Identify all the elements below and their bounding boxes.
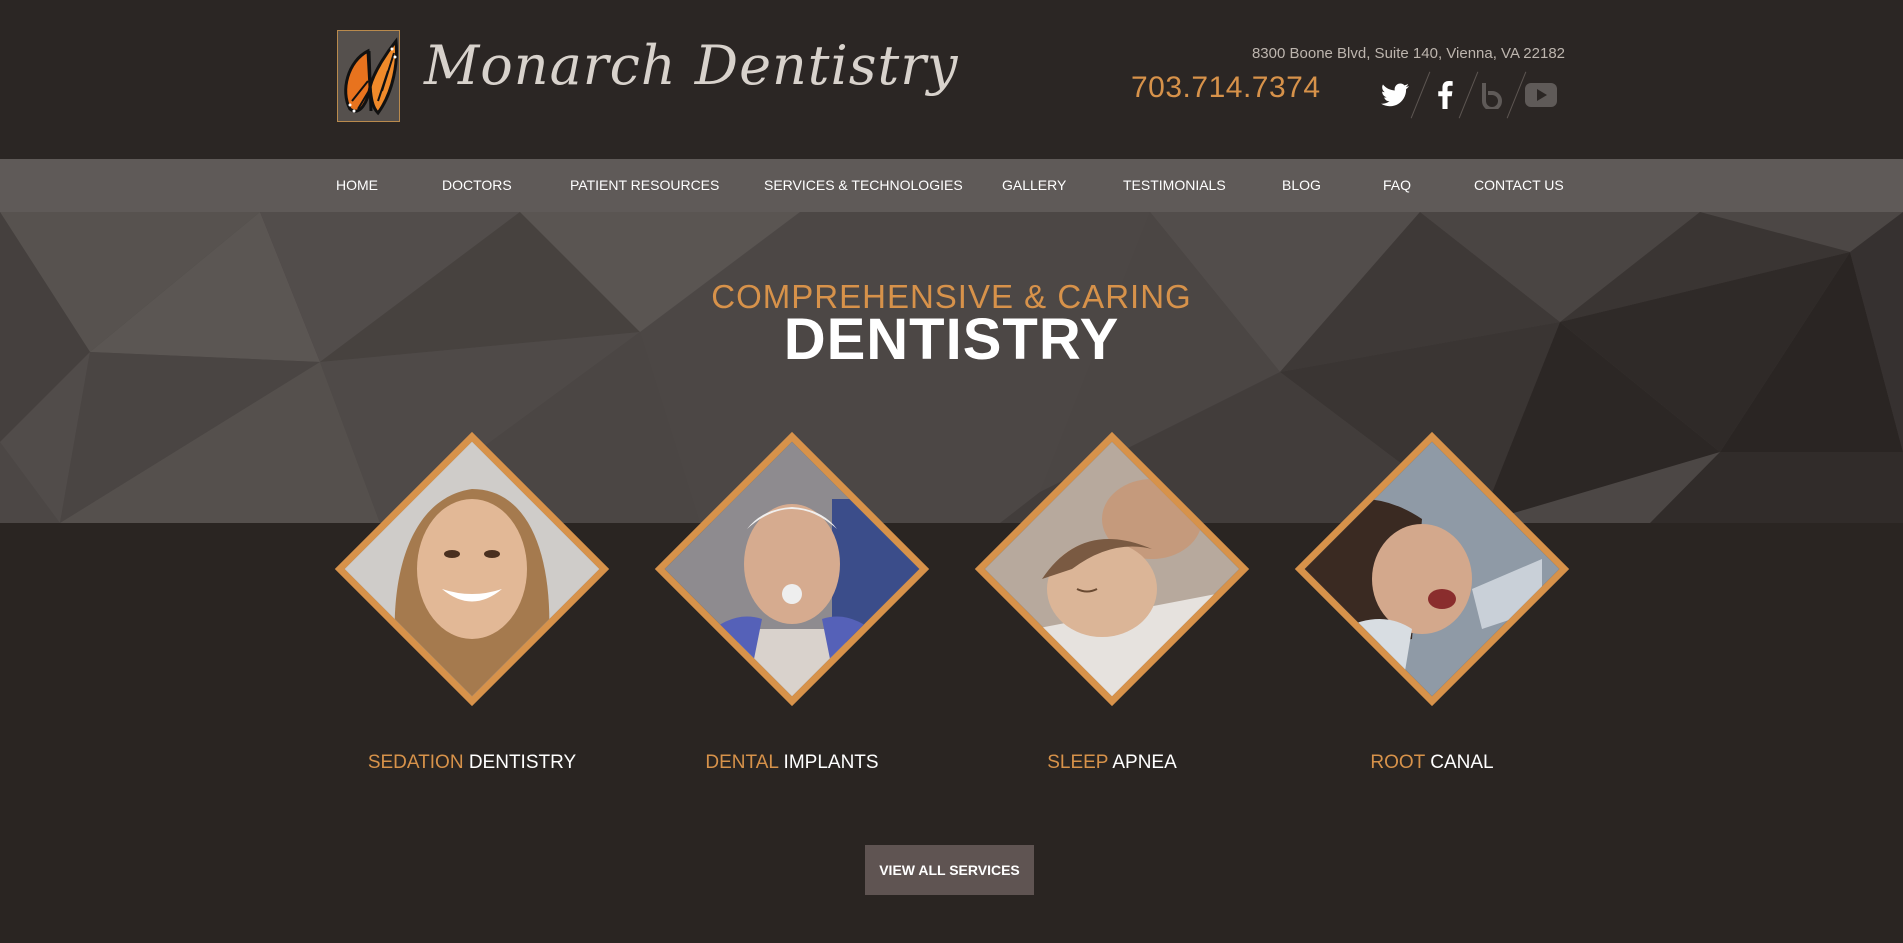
- social-links: [1378, 70, 1568, 120]
- dental-patient-image: [1302, 439, 1562, 699]
- service-label-accent: ROOT: [1370, 752, 1425, 773]
- service-label-sleep-apnea[interactable]: SLEEP APNEA: [962, 752, 1262, 774]
- service-label-rest: CANAL: [1430, 752, 1494, 773]
- service-image-frame[interactable]: [654, 431, 930, 707]
- service-label-sedation[interactable]: SEDATION DENTISTRY: [322, 752, 622, 774]
- view-all-services-button[interactable]: VIEW ALL SERVICES: [865, 845, 1034, 895]
- nav-item-gallery[interactable]: GALLERY: [1002, 177, 1066, 193]
- service-root-canal[interactable]: [1294, 431, 1570, 707]
- main-nav: HOME DOCTORS PATIENT RESOURCES SERVICES …: [0, 159, 1903, 212]
- service-implants[interactable]: [654, 431, 930, 707]
- phone-number[interactable]: 703.714.7374: [1131, 71, 1321, 105]
- office-address: 8300 Boone Blvd, Suite 140, Vienna, VA 2…: [1251, 45, 1565, 62]
- service-image-frame[interactable]: [1294, 431, 1570, 707]
- nav-item-services[interactable]: SERVICES & TECHNOLOGIES: [764, 177, 963, 193]
- blog-icon[interactable]: [1476, 78, 1510, 112]
- smiling-woman-image: [342, 439, 602, 699]
- nav-item-home[interactable]: HOME: [336, 177, 378, 193]
- service-label-rest: DENTISTRY: [468, 752, 577, 773]
- service-label-rest: IMPLANTS: [783, 752, 879, 773]
- senior-patient-image: [662, 439, 922, 699]
- nav-item-patient-resources[interactable]: PATIENT RESOURCES: [570, 177, 719, 193]
- site-header: Monarch Dentistry 8300 Boone Blvd, Suite…: [0, 0, 1903, 159]
- nav-item-doctors[interactable]: DOCTORS: [442, 177, 512, 193]
- sleeping-couple-image: [982, 439, 1242, 699]
- twitter-icon[interactable]: [1378, 78, 1412, 112]
- service-sleep-apnea[interactable]: [974, 431, 1250, 707]
- service-label-accent: SEDATION: [367, 752, 464, 773]
- service-sedation[interactable]: [334, 431, 610, 707]
- youtube-icon[interactable]: [1524, 78, 1558, 112]
- service-label-accent: SLEEP: [1047, 752, 1109, 773]
- butterfly-logo-icon[interactable]: [337, 30, 400, 122]
- service-label-accent: DENTAL: [705, 752, 779, 773]
- service-label-implants[interactable]: DENTAL IMPLANTS: [642, 752, 942, 774]
- hero-title: DENTISTRY: [783, 307, 1120, 372]
- nav-item-contact[interactable]: CONTACT US: [1474, 177, 1564, 193]
- nav-item-testimonials[interactable]: TESTIMONIALS: [1123, 177, 1226, 193]
- facebook-icon[interactable]: [1428, 78, 1462, 112]
- service-image-frame[interactable]: [974, 431, 1250, 707]
- service-label-rest: APNEA: [1112, 752, 1177, 773]
- nav-item-faq[interactable]: FAQ: [1383, 177, 1411, 193]
- nav-item-blog[interactable]: BLOG: [1282, 177, 1321, 193]
- site-logo-text[interactable]: Monarch Dentistry: [424, 34, 959, 97]
- service-image-frame[interactable]: [334, 431, 610, 707]
- service-label-root-canal[interactable]: ROOT CANAL: [1282, 752, 1582, 774]
